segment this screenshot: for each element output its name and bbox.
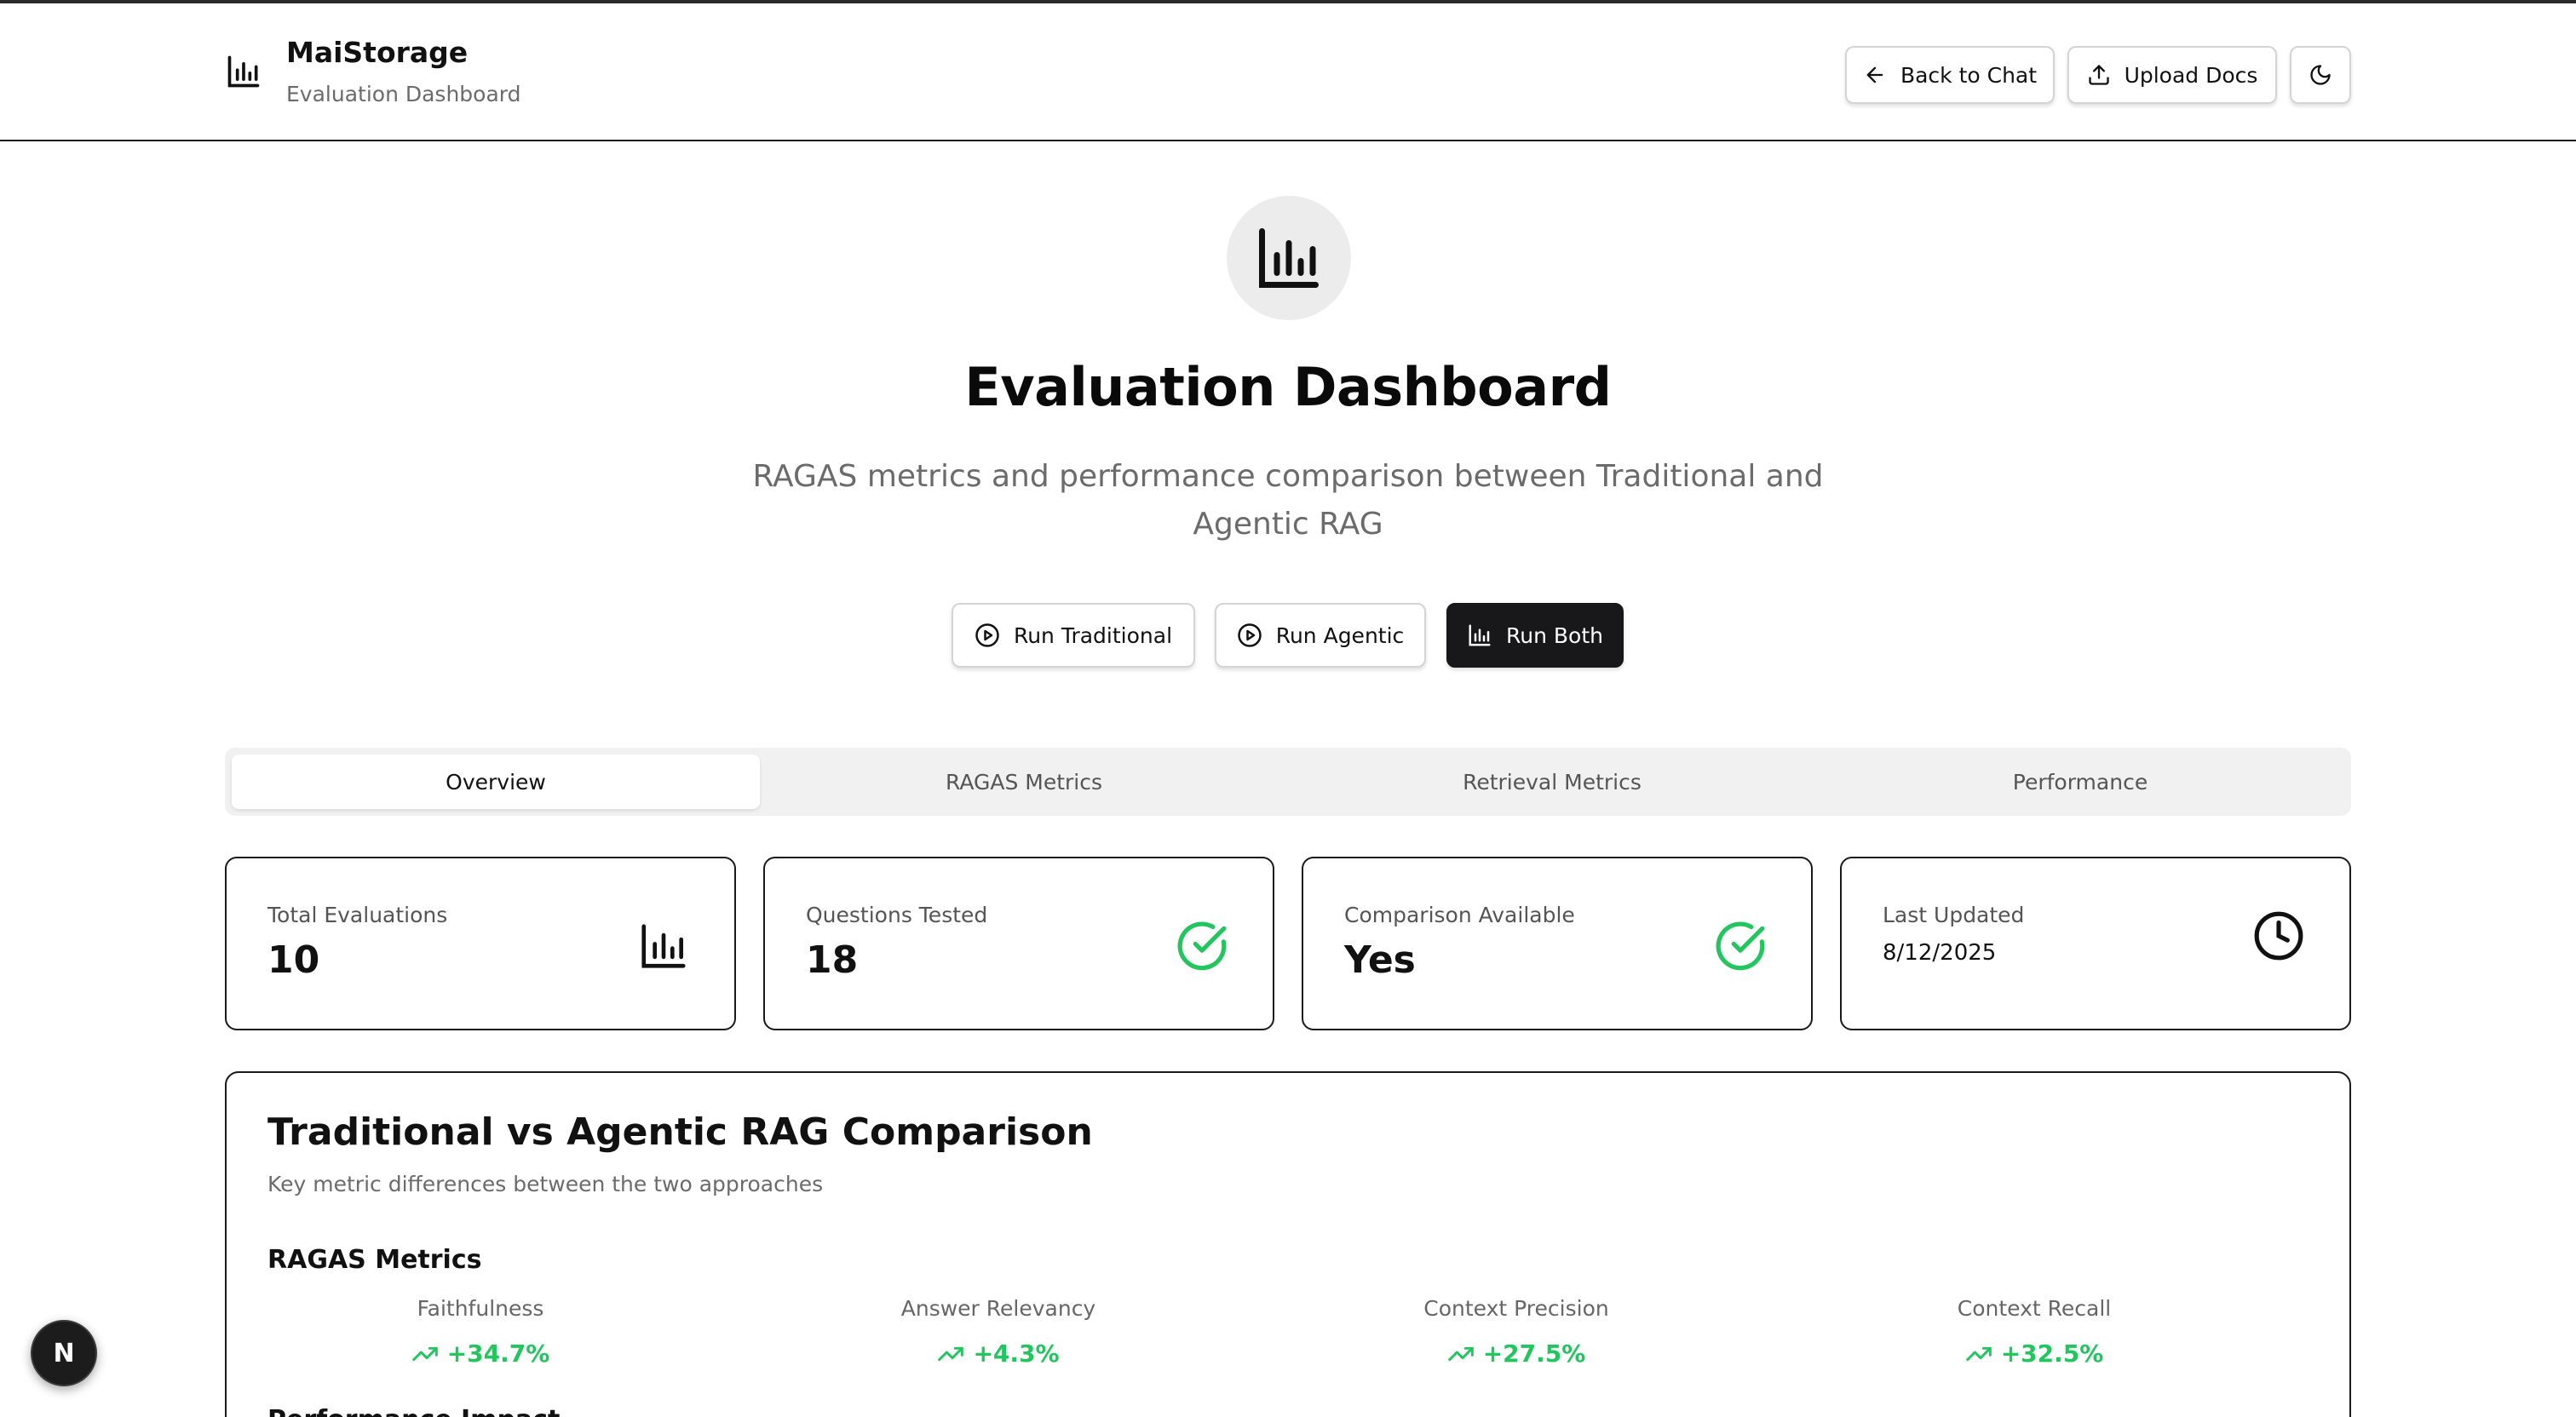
metric-delta: +27.5% xyxy=(1337,1340,1695,1368)
metric-delta-value: +32.5% xyxy=(2000,1340,2104,1368)
back-to-chat-button[interactable]: Back to Chat xyxy=(1845,46,2055,104)
metric-delta-value: +34.7% xyxy=(446,1340,550,1368)
back-to-chat-label: Back to Chat xyxy=(1900,62,2038,88)
stat-card-last-updated: Last Updated 8/12/2025 xyxy=(1840,857,2351,1030)
metric-name: Faithfulness xyxy=(417,1296,544,1321)
stat-value: 8/12/2025 xyxy=(1883,940,1997,966)
comparison-title: Traditional vs Agentic RAG Comparison xyxy=(267,1110,1093,1154)
stat-label: Total Evaluations xyxy=(267,903,448,927)
metric-name: Context Precision xyxy=(1423,1296,1609,1321)
stat-label: Comparison Available xyxy=(1344,903,1575,927)
trending-up-icon xyxy=(938,1346,964,1361)
ragas-section-title: RAGAS Metrics xyxy=(267,1245,482,1275)
run-both-label: Run Both xyxy=(1506,622,1603,648)
clock-icon xyxy=(2254,911,2303,961)
arrow-left-icon xyxy=(1866,66,1883,83)
stat-label: Last Updated xyxy=(1883,903,2025,927)
stat-value: Yes xyxy=(1344,938,1416,982)
hero-icon-circle xyxy=(1227,196,1351,320)
page-title: Evaluation Dashboard xyxy=(964,356,1612,418)
trending-up-icon xyxy=(1447,1346,1474,1361)
bar-chart-icon xyxy=(227,55,260,88)
trending-up-icon xyxy=(411,1346,438,1361)
metric-name: Context Recall xyxy=(1957,1296,2112,1321)
bar-chart-icon xyxy=(1469,624,1491,646)
metric-delta-value: +4.3% xyxy=(973,1340,1060,1368)
upload-docs-button[interactable]: Upload Docs xyxy=(2067,46,2277,104)
trending-up-icon xyxy=(1965,1346,1992,1361)
stat-value: 10 xyxy=(267,938,320,982)
metric-delta: +32.5% xyxy=(1855,1340,2213,1368)
upload-icon xyxy=(2088,65,2109,85)
run-agentic-button[interactable]: Run Agentic xyxy=(1215,603,1426,668)
comparison-panel: Traditional vs Agentic RAG Comparison Ke… xyxy=(225,1071,2351,1417)
metric-context-precision: Context Precision +27.5% xyxy=(1337,1296,1695,1368)
moon-icon xyxy=(2310,65,2331,85)
page-description: RAGAS metrics and performance comparison… xyxy=(752,459,1824,542)
performance-section-title: Performance Impact xyxy=(267,1405,560,1417)
metric-faithfulness: Faithfulness +34.7% xyxy=(302,1296,659,1368)
tab-list: Overview RAGAS Metrics Retrieval Metrics… xyxy=(225,748,2351,816)
stat-card-comparison-available: Comparison Available Yes xyxy=(1302,857,1813,1030)
tab-overview[interactable]: Overview xyxy=(232,754,760,809)
run-traditional-label: Run Traditional xyxy=(1013,622,1173,648)
tab-retrieval-metrics[interactable]: Retrieval Metrics xyxy=(1288,754,1816,809)
stat-card-questions-tested: Questions Tested 18 xyxy=(763,857,1274,1030)
metric-delta: +34.7% xyxy=(302,1340,659,1368)
run-both-button[interactable]: Run Both xyxy=(1446,603,1624,668)
metric-name: Answer Relevancy xyxy=(900,1296,1096,1321)
tab-ragas-metrics[interactable]: RAGAS Metrics xyxy=(760,754,1288,809)
tab-performance[interactable]: Performance xyxy=(1816,754,2344,809)
check-circle-icon xyxy=(1716,921,1765,971)
nextjs-dev-badge[interactable]: N xyxy=(31,1320,97,1386)
play-circle-icon xyxy=(1237,623,1262,647)
run-agentic-label: Run Agentic xyxy=(1275,622,1405,648)
metric-delta: +4.3% xyxy=(819,1340,1177,1368)
stat-label: Questions Tested xyxy=(806,903,988,927)
metric-answer-relevancy: Answer Relevancy +4.3% xyxy=(819,1296,1177,1368)
app-subtitle: Evaluation Dashboard xyxy=(286,82,521,106)
check-circle-icon xyxy=(1177,921,1227,971)
stat-card-total-evaluations: Total Evaluations 10 xyxy=(225,857,736,1030)
stat-value: 18 xyxy=(806,938,859,982)
metric-context-recall: Context Recall +32.5% xyxy=(1855,1296,2213,1368)
run-traditional-button[interactable]: Run Traditional xyxy=(952,603,1195,668)
comparison-subtitle: Key metric differences between the two a… xyxy=(267,1172,824,1196)
upload-docs-label: Upload Docs xyxy=(2124,62,2258,88)
app-name: MaiStorage xyxy=(286,36,469,69)
theme-toggle-button[interactable] xyxy=(2290,46,2351,104)
bar-chart-icon xyxy=(1259,228,1319,288)
metric-delta-value: +27.5% xyxy=(1482,1340,1586,1368)
bar-chart-icon xyxy=(641,924,686,968)
app-header: MaiStorage Evaluation Dashboard Back to … xyxy=(0,3,2576,141)
play-circle-icon xyxy=(975,623,999,647)
